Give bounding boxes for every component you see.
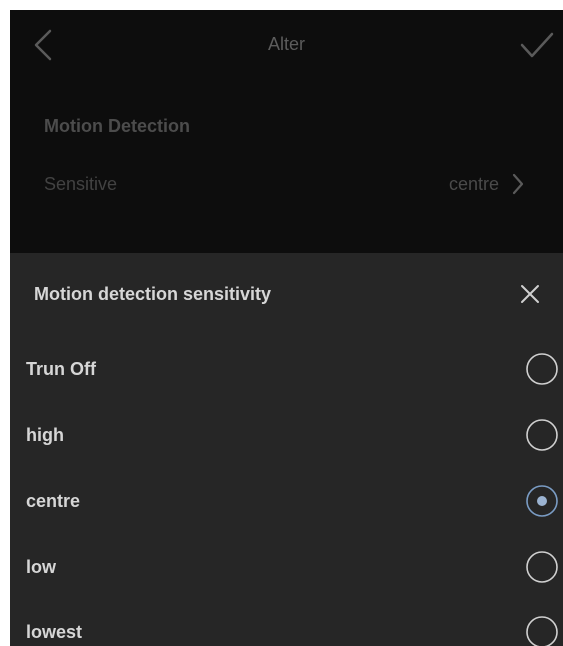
- check-icon: [520, 32, 554, 58]
- section-title: Motion Detection: [44, 116, 190, 136]
- option-trun-off[interactable]: Trun Off: [10, 342, 563, 398]
- option-centre[interactable]: centre: [10, 474, 563, 530]
- option-label: low: [26, 557, 56, 577]
- chevron-right-icon: [511, 172, 525, 196]
- radio-unselected[interactable]: [525, 550, 559, 584]
- option-label: centre: [26, 491, 81, 511]
- option-label: high: [26, 425, 64, 445]
- sensitivity-bottom-sheet: Motion detection sensitivity Trun Off hi…: [10, 253, 563, 646]
- nav-bar: Alter: [10, 10, 563, 78]
- page-title: Alter: [267, 34, 305, 54]
- option-label: lowest: [26, 622, 83, 642]
- option-low[interactable]: low: [10, 540, 563, 596]
- background-page: Alter Motion Detection Sensitive centre: [10, 10, 563, 253]
- option-label: Trun Off: [26, 359, 96, 379]
- setting-value: centre: [448, 174, 499, 194]
- close-button[interactable]: [519, 283, 541, 305]
- radio-unselected[interactable]: [525, 352, 559, 386]
- sensitivity-setting-row[interactable]: Sensitive centre: [10, 160, 563, 208]
- close-icon: [521, 285, 539, 303]
- sheet-title: Motion detection sensitivity: [34, 284, 272, 304]
- setting-label: Sensitive: [44, 174, 118, 194]
- radio-unselected[interactable]: [525, 418, 559, 452]
- confirm-button[interactable]: [519, 30, 555, 60]
- option-lowest[interactable]: lowest: [10, 605, 563, 646]
- app-screen: Alter Motion Detection Sensitive centre …: [10, 10, 563, 646]
- option-high[interactable]: high: [10, 408, 563, 464]
- sheet-header: Motion detection sensitivity: [10, 253, 563, 337]
- radio-unselected[interactable]: [525, 615, 559, 646]
- radio-selected[interactable]: [525, 484, 559, 518]
